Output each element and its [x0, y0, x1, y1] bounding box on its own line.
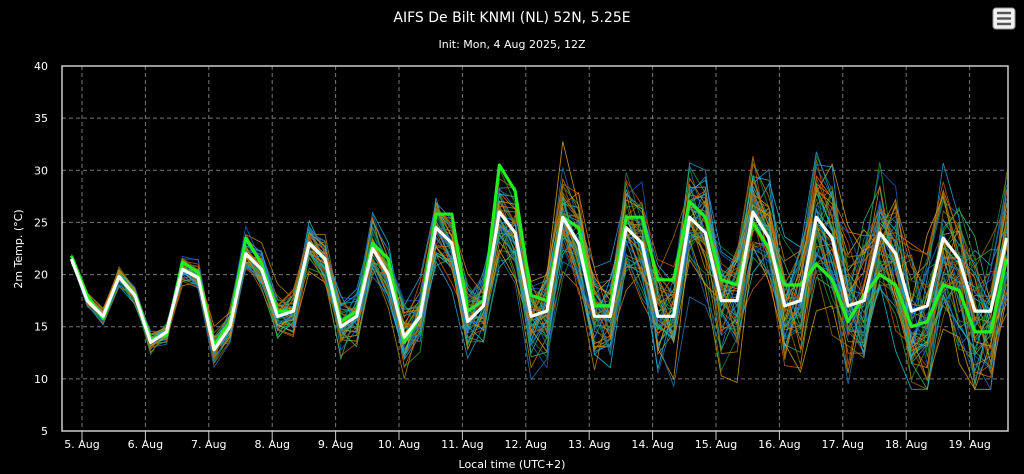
x-tick-label: 11. Aug: [441, 438, 483, 451]
y-tick-label: 10: [34, 373, 48, 386]
x-tick-label: 15. Aug: [695, 438, 737, 451]
y-tick-label: 5: [41, 425, 48, 438]
y-tick-label: 40: [34, 60, 48, 73]
chart-menu-button[interactable]: [992, 7, 1016, 30]
ensemble-member-line: [70, 176, 1008, 390]
chart-subtitle: Init: Mon, 4 Aug 2025, 12Z: [439, 38, 586, 51]
ensemble-temperature-chart: AIFS De Bilt KNMI (NL) 52N, 5.25E Init: …: [12, 7, 1016, 471]
x-tick-label: 19. Aug: [948, 438, 990, 451]
x-tick-label: 18. Aug: [885, 438, 927, 451]
y-tick-label: 15: [34, 321, 48, 334]
x-tick-label: 17. Aug: [822, 438, 864, 451]
y-tick-label: 30: [34, 164, 48, 177]
x-tick-label: 12. Aug: [505, 438, 547, 451]
y-axis-title: 2m Temp. (°C): [12, 209, 25, 288]
x-axis-ticks: 5. Aug 6. Aug 7. Aug 8. Aug 9. Aug 10. Aug 11.…: [64, 431, 991, 451]
y-tick-label: 35: [34, 112, 48, 125]
x-axis-title: Local time (UTC+2): [459, 458, 566, 471]
y-tick-label: 20: [34, 269, 48, 282]
x-tick-label: 9. Aug: [318, 438, 353, 451]
x-tick-label: 10. Aug: [378, 438, 420, 451]
x-tick-label: 8. Aug: [254, 438, 289, 451]
y-axis-ticks: 5 10 15 20 25 30 35 40: [34, 60, 48, 438]
y-tick-label: 25: [34, 216, 48, 229]
x-tick-label: 13. Aug: [568, 438, 610, 451]
x-tick-label: 14. Aug: [631, 438, 673, 451]
ensemble-members: [70, 141, 1008, 391]
x-tick-label: 5. Aug: [64, 438, 99, 451]
x-tick-label: 16. Aug: [758, 438, 800, 451]
x-tick-label: 6. Aug: [128, 438, 163, 451]
chart-title: AIFS De Bilt KNMI (NL) 52N, 5.25E: [393, 10, 630, 26]
x-tick-label: 7. Aug: [191, 438, 226, 451]
